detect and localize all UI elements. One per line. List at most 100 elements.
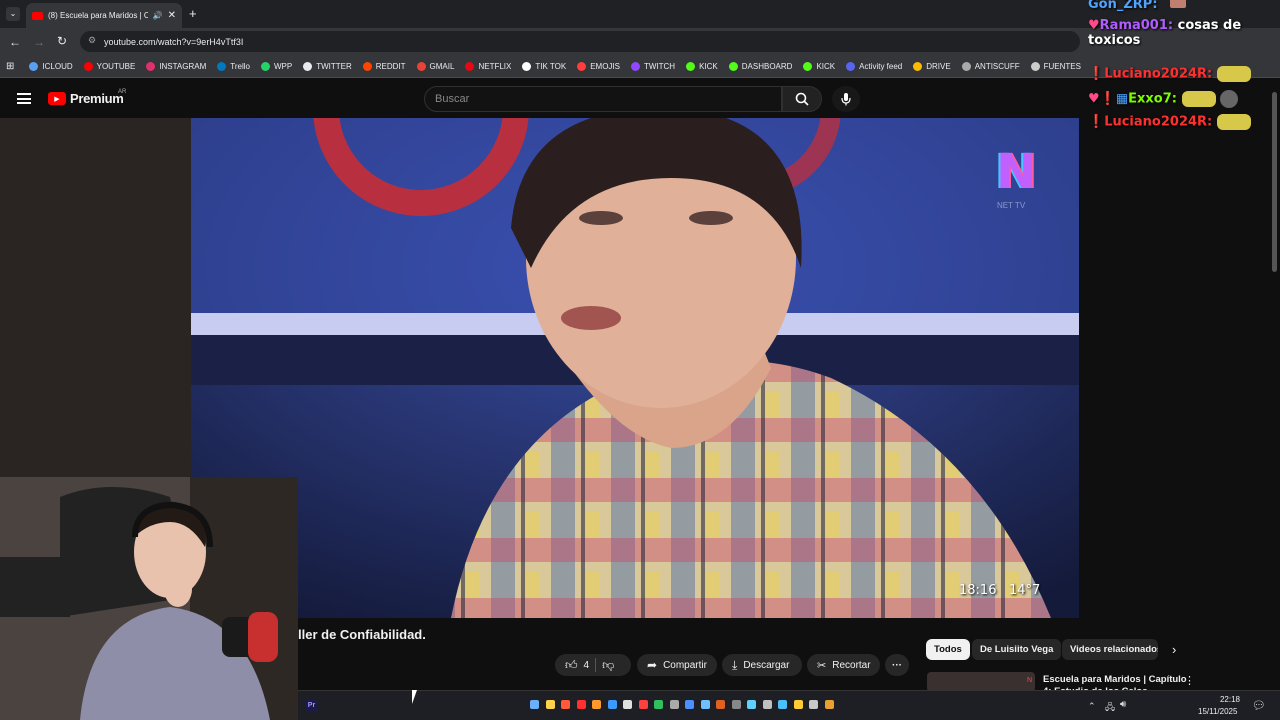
chip-all[interactable]: Todos	[926, 639, 970, 660]
more-vert-icon[interactable]: ⋮	[1184, 674, 1195, 687]
clip-button[interactable]: ✂ Recortar	[807, 654, 880, 676]
chat-message: Gon_ZRP:	[1088, 0, 1187, 12]
search-button[interactable]	[782, 86, 822, 112]
clock-time[interactable]: 22:18	[1200, 695, 1240, 704]
dislike-button[interactable]: 👎︎	[602, 658, 614, 673]
alert-badge-icon: ❗	[1088, 114, 1105, 130]
bookmark-drive[interactable]: DRIVE	[913, 61, 951, 71]
chip-channel[interactable]: De Luisiito Vega	[972, 639, 1062, 660]
bookmark-activity-feed[interactable]: Activity feed	[846, 61, 902, 71]
chip-related[interactable]: Videos relacionados	[1062, 639, 1158, 660]
url-field[interactable]: ⚙ youtube.com/watch?v=9erH4vTtf3I	[80, 31, 1080, 52]
avatar	[1170, 0, 1187, 8]
taskbar-app-icon[interactable]	[778, 700, 787, 709]
bookmark-favicon-icon	[686, 61, 696, 71]
like-button[interactable]: 👍︎ 4	[565, 658, 589, 673]
tab-search-button[interactable]: ⌄	[6, 7, 20, 21]
taskbar-app-icon[interactable]	[669, 700, 679, 709]
bookmark-label: Trello	[230, 61, 250, 71]
bookmark-label: REDDIT	[375, 61, 406, 71]
clock-date[interactable]: 15/11/2025	[1198, 707, 1237, 716]
taskbar-app-icon[interactable]	[762, 700, 772, 709]
taskbar-app-icon[interactable]	[545, 700, 555, 709]
bookmark-dashboard[interactable]: DASHBOARD	[728, 61, 792, 71]
speaker-icon[interactable]: 🔊	[153, 11, 163, 20]
share-button[interactable]: ➦ Compartir	[637, 654, 717, 676]
forward-icon[interactable]: →	[33, 35, 45, 49]
secondary-column	[1079, 79, 1280, 689]
bookmark-emojis[interactable]: EMOJIS	[577, 61, 620, 71]
browser-tab[interactable]: (8) Escuela para Maridos | C 🔊 ✕	[26, 3, 182, 28]
scrollbar[interactable]	[1272, 92, 1277, 272]
suggested-title[interactable]: Escuela para Maridos | Capítulo	[1043, 674, 1187, 685]
premiere-icon[interactable]: Pr	[305, 700, 318, 712]
network-icon[interactable]: 🖧︎	[1105, 700, 1115, 716]
bookmark-twitter[interactable]: TWITTER	[303, 61, 352, 71]
left-background	[0, 118, 191, 478]
bookmark-instagram[interactable]: INSTAGRAM	[146, 61, 206, 71]
overlay-temperature: 14°7	[1009, 583, 1041, 598]
site-info-icon[interactable]: ⚙	[88, 35, 96, 46]
bookmark-icloud[interactable]: ICLOUD	[29, 61, 73, 71]
bookmark-favicon-icon	[522, 61, 532, 71]
taskbar-app-icon[interactable]	[530, 700, 539, 709]
notification-icon[interactable]: 💬︎	[1252, 699, 1266, 712]
taskbar-app-icon[interactable]	[638, 700, 648, 709]
bookmark-label: ANTISCUFF	[974, 61, 1020, 71]
bookmark-reddit[interactable]: REDDIT	[362, 61, 406, 71]
taskbar-app-icon[interactable]	[700, 700, 710, 709]
menu-icon[interactable]	[17, 93, 31, 104]
taskbar-app-icon[interactable]	[623, 700, 632, 709]
scissors-icon: ✂	[817, 659, 827, 672]
bookmark-kick[interactable]: KICK	[803, 61, 835, 71]
search-placeholder: Buscar	[435, 93, 470, 105]
new-tab-button[interactable]: +	[189, 6, 197, 21]
taskbar-app-icon[interactable]	[747, 700, 756, 709]
bookmark-fuentes[interactable]: FUENTES	[1030, 61, 1081, 71]
search-input[interactable]: Buscar	[424, 86, 782, 112]
taskbar-app-icon[interactable]	[607, 700, 617, 709]
volume-icon[interactable]: 🔊︎	[1120, 699, 1126, 710]
bookmark-favicon-icon	[29, 61, 39, 71]
bookmark-trello[interactable]: Trello	[217, 61, 250, 71]
voice-search-button[interactable]	[832, 86, 860, 112]
apps-grid-icon[interactable]: ⊞	[6, 61, 14, 72]
bookmark-antiscuff[interactable]: ANTISCUFF	[961, 61, 1020, 71]
alert-badge-icon: ❗	[1099, 91, 1116, 107]
bookmark-wpp[interactable]: WPP	[260, 61, 292, 71]
taskbar-app-icon[interactable]	[716, 700, 725, 709]
emote-icon	[1216, 66, 1251, 82]
taskbar-app-icon[interactable]	[561, 700, 570, 709]
bookmark-favicon-icon	[416, 61, 426, 71]
taskbar-app-icon[interactable]	[793, 700, 803, 709]
chevron-right-icon[interactable]: ›	[1172, 642, 1176, 657]
taskbar-app-icon[interactable]	[576, 700, 586, 709]
bookmark-gmail[interactable]: GMAIL	[416, 61, 454, 71]
bookmark-tik-tok[interactable]: TIK TOK	[522, 61, 566, 71]
taskbar-app-icon[interactable]	[824, 700, 834, 709]
taskbar-app-icon[interactable]	[809, 700, 818, 709]
taskbar-app-icon[interactable]	[731, 700, 741, 709]
close-icon[interactable]: ✕	[168, 10, 176, 21]
like-count: 4	[583, 659, 590, 671]
grid-badge-icon: ▦	[1115, 91, 1129, 107]
bookmark-kick[interactable]: KICK	[686, 61, 718, 71]
bookmark-favicon-icon	[83, 61, 93, 71]
bookmark-favicon-icon	[1030, 61, 1040, 71]
taskbar-app-icon[interactable]	[654, 700, 663, 709]
taskbar-app-icon[interactable]	[685, 700, 694, 709]
bookmark-twitch[interactable]: TWITCH	[630, 61, 675, 71]
chat-message: ❗Luciano2024R:	[1088, 114, 1251, 130]
tray-chevron-icon[interactable]: ⌃	[1088, 701, 1096, 712]
youtube-logo[interactable]: ▶ Premium	[48, 91, 124, 106]
video-player[interactable]: N NET TV 18:16 14°7	[191, 118, 1079, 618]
bookmark-netflix[interactable]: NETFLIX	[465, 61, 511, 71]
back-icon[interactable]: ←	[9, 35, 21, 49]
download-button[interactable]: ⤓ Descargar	[722, 654, 802, 676]
taskbar-app-icon[interactable]	[592, 700, 601, 709]
more-actions-button[interactable]: ···	[885, 654, 909, 676]
share-label: Compartir	[663, 659, 707, 671]
bookmark-youtube[interactable]: YOUTUBE	[83, 61, 135, 71]
suggested-thumbnail[interactable]	[927, 672, 1035, 692]
reload-icon[interactable]: ↻	[57, 34, 67, 48]
